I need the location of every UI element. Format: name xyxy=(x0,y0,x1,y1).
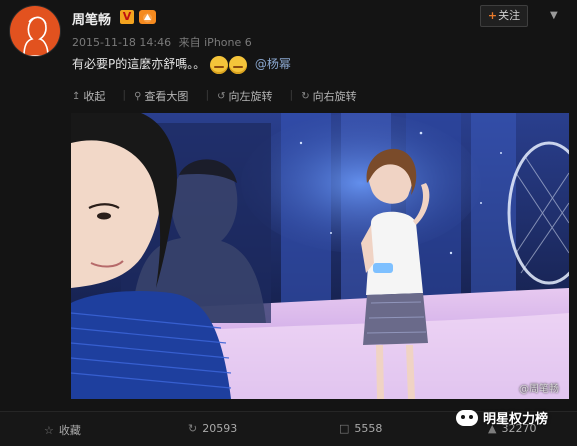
comment-count: 5558 xyxy=(354,422,383,435)
post-username[interactable]: 周笔畅 xyxy=(72,9,111,28)
follow-label: 关注 xyxy=(498,9,521,22)
favorite-label: 收藏 xyxy=(58,424,81,437)
toolbar-divider: | xyxy=(205,88,210,101)
source-prefix: 来自 xyxy=(178,36,201,49)
mention-link[interactable]: @杨幂 xyxy=(255,57,291,71)
toolbar-divider: | xyxy=(122,88,127,101)
repost-icon: ↻ xyxy=(188,422,198,435)
post-text: 有必要P的這麼亦舒嗎。。 xyxy=(72,57,206,71)
photo-watermark: @周笔畅 xyxy=(519,384,559,395)
post-source[interactable]: iPhone 6 xyxy=(204,36,252,49)
collapse-button[interactable]: ↥ 收起 xyxy=(72,88,114,104)
collapse-label: 收起 xyxy=(83,90,106,103)
chevron-down-icon[interactable]: ▼ xyxy=(550,10,558,21)
follow-button[interactable]: +关注 xyxy=(480,5,528,27)
brand-name: 明星权力榜 xyxy=(483,412,549,427)
verified-badge: V xyxy=(120,10,134,24)
collapse-icon: ↥ xyxy=(72,90,81,102)
rotate-left-label: 向左旋转 xyxy=(228,90,273,103)
stage-photo-illustration xyxy=(71,113,569,399)
rotate-right-label: 向右旋转 xyxy=(312,90,357,103)
toolbar-divider: | xyxy=(289,88,294,101)
post-photo[interactable]: @周笔畅 xyxy=(71,113,569,399)
image-toolbar: ↥ 收起 | ⚲ 查看大图 | ↺ 向左旋转 | ↻ 向右旋转 xyxy=(72,88,374,104)
rotate-left-button[interactable]: ↺ 向左旋转 xyxy=(217,88,281,104)
brand-watermark: 明星权力榜 xyxy=(456,408,548,427)
star-icon: ☆ xyxy=(44,423,54,437)
comment-button[interactable]: □ 5558 xyxy=(339,422,382,435)
magnify-icon: ⚲ xyxy=(134,90,142,102)
member-level-icon xyxy=(139,10,156,24)
rotate-right-button[interactable]: ↻ 向右旋转 xyxy=(301,88,365,104)
view-large-button[interactable]: ⚲ 查看大图 xyxy=(134,88,197,104)
plus-icon: + xyxy=(487,9,498,22)
post-meta: 2015-11-18 14:46 来自 iPhone 6 xyxy=(72,34,252,50)
emoji-icon xyxy=(210,55,229,74)
repost-count: 20593 xyxy=(202,422,238,435)
rotate-right-icon: ↻ xyxy=(301,90,310,102)
avatar-silhouette-icon xyxy=(23,16,49,56)
wechat-logo-icon xyxy=(456,409,478,426)
view-large-label: 查看大图 xyxy=(144,90,189,103)
post-timestamp[interactable]: 2015-11-18 14:46 xyxy=(72,36,171,49)
post-body: 有必要P的這麼亦舒嗎。。 @杨幂 xyxy=(72,55,291,74)
repost-button[interactable]: ↻ 20593 xyxy=(188,422,237,435)
user-avatar[interactable] xyxy=(10,6,60,56)
rotate-left-icon: ↺ xyxy=(217,90,226,102)
emoji-icon xyxy=(229,55,248,74)
favorite-button[interactable]: ☆ 收藏 xyxy=(44,422,81,438)
comment-icon: □ xyxy=(339,422,350,435)
